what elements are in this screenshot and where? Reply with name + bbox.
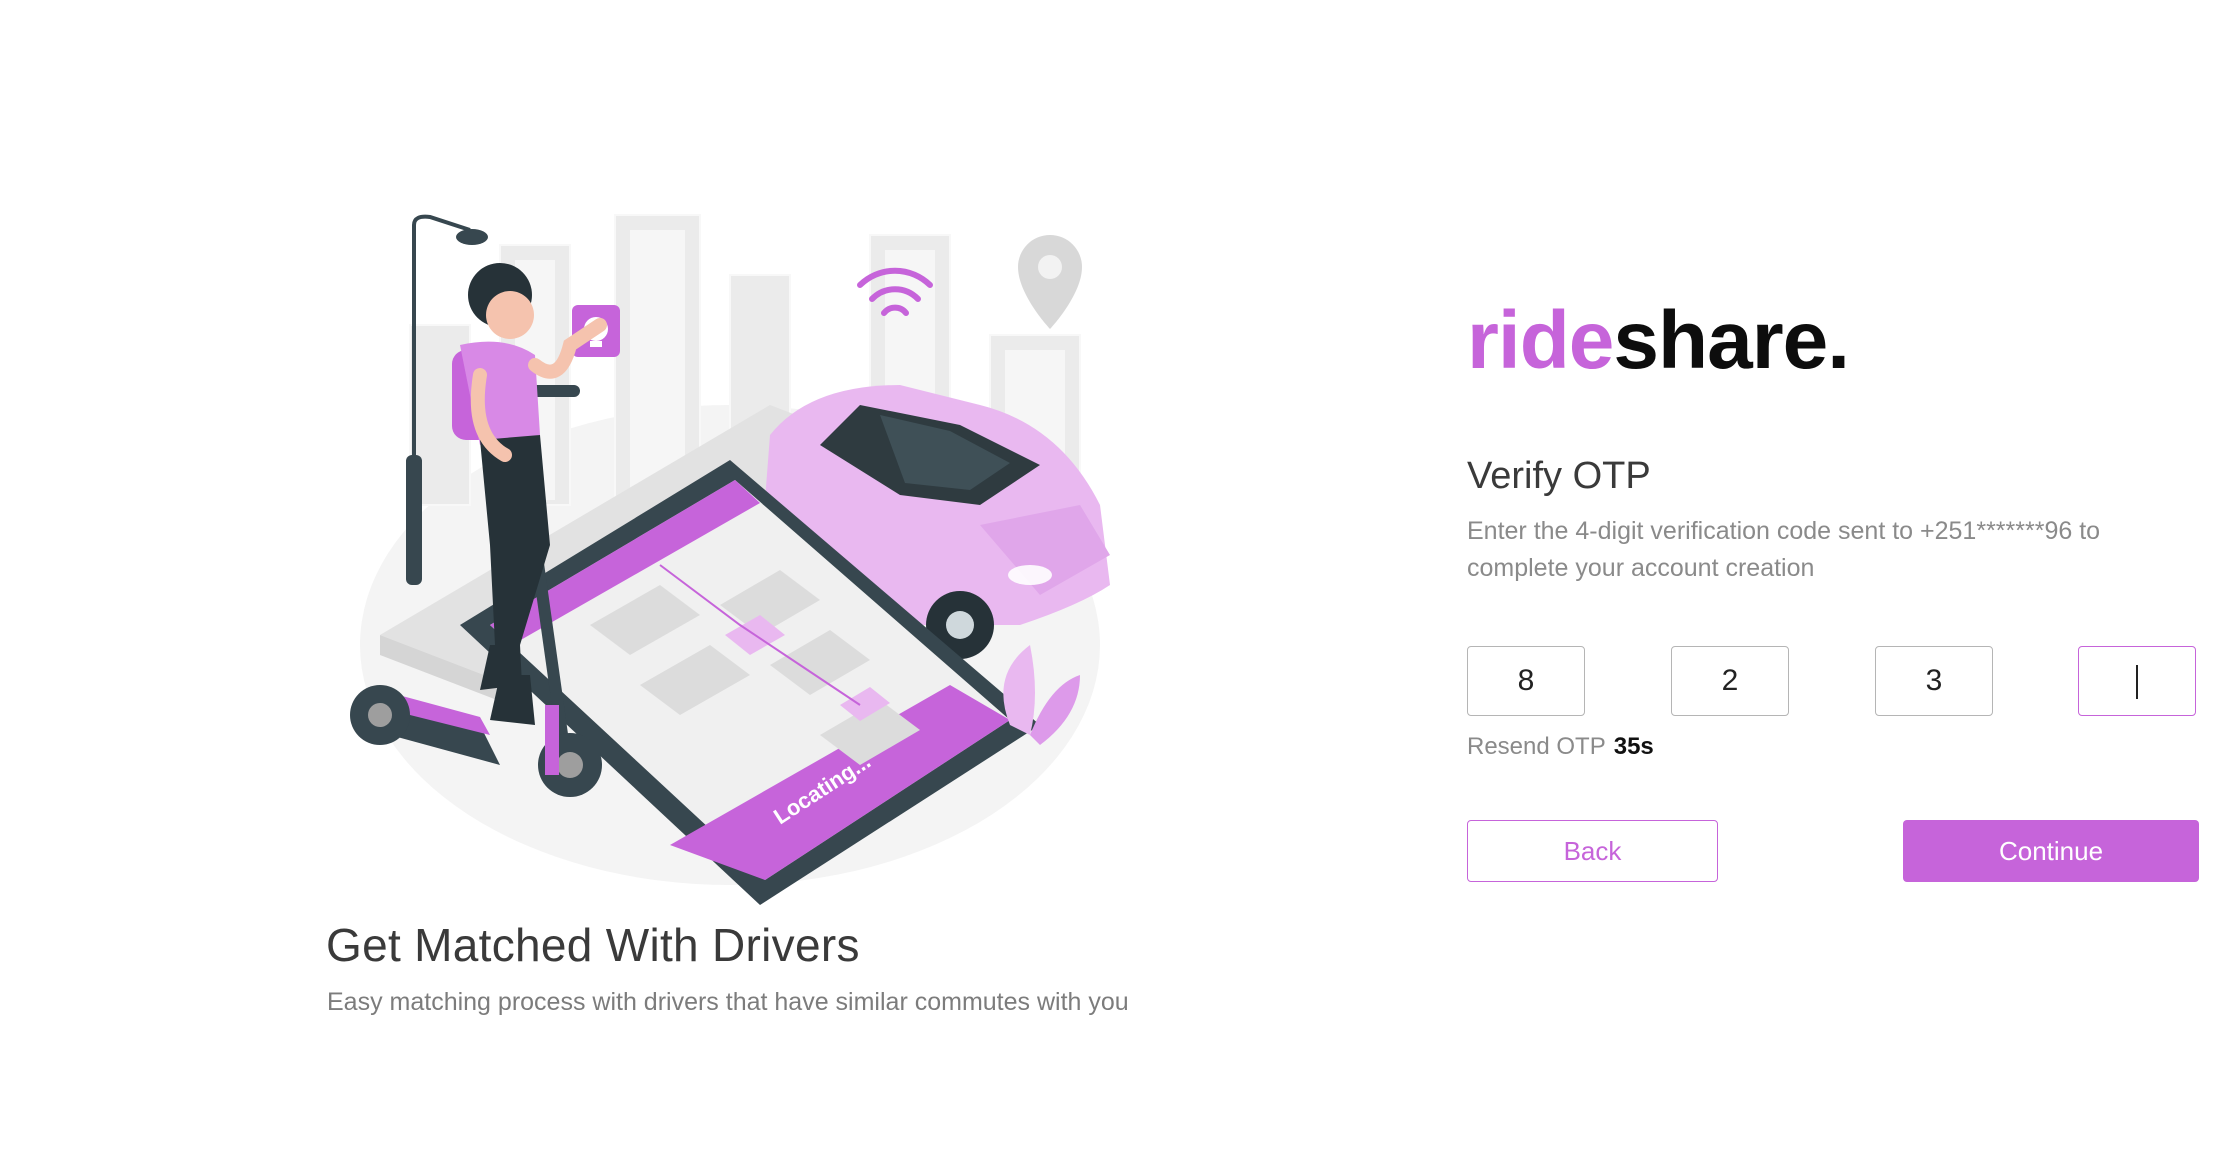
otp-digit-4-input[interactable] — [2078, 646, 2196, 716]
resend-otp-timer: 35s — [1613, 733, 1654, 760]
verify-otp-description: Enter the 4-digit verification code sent… — [1467, 517, 2101, 582]
resend-otp-label[interactable]: Resend OTP — [1467, 733, 1606, 760]
onboarding-subtitle: Easy matching process with drivers that … — [327, 988, 1129, 1016]
resend-otp: Resend OTP 35s — [1467, 733, 1654, 761]
brand-logo: rideshare. — [1467, 300, 1850, 382]
otp-digit-1-input[interactable]: 8 — [1467, 646, 1585, 716]
verify-otp-title: Verify OTP — [1467, 455, 1651, 497]
otp-digit-2-input[interactable]: 2 — [1671, 646, 1789, 716]
back-button[interactable]: Back — [1467, 820, 1718, 882]
otp-digit-3-input[interactable]: 3 — [1875, 646, 1993, 716]
continue-button[interactable]: Continue — [1903, 820, 2199, 882]
brand-logo-dark: share. — [1613, 295, 1850, 386]
brand-logo-accent: ride — [1467, 295, 1614, 386]
text-caret — [2136, 665, 2138, 700]
onboarding-title: Get Matched With Drivers — [326, 919, 860, 971]
otp-verification-page: Locating... Get Matched With Drivers Eas… — [0, 0, 2228, 1163]
ride-matching-illustration: Locating... — [350, 214, 1110, 905]
